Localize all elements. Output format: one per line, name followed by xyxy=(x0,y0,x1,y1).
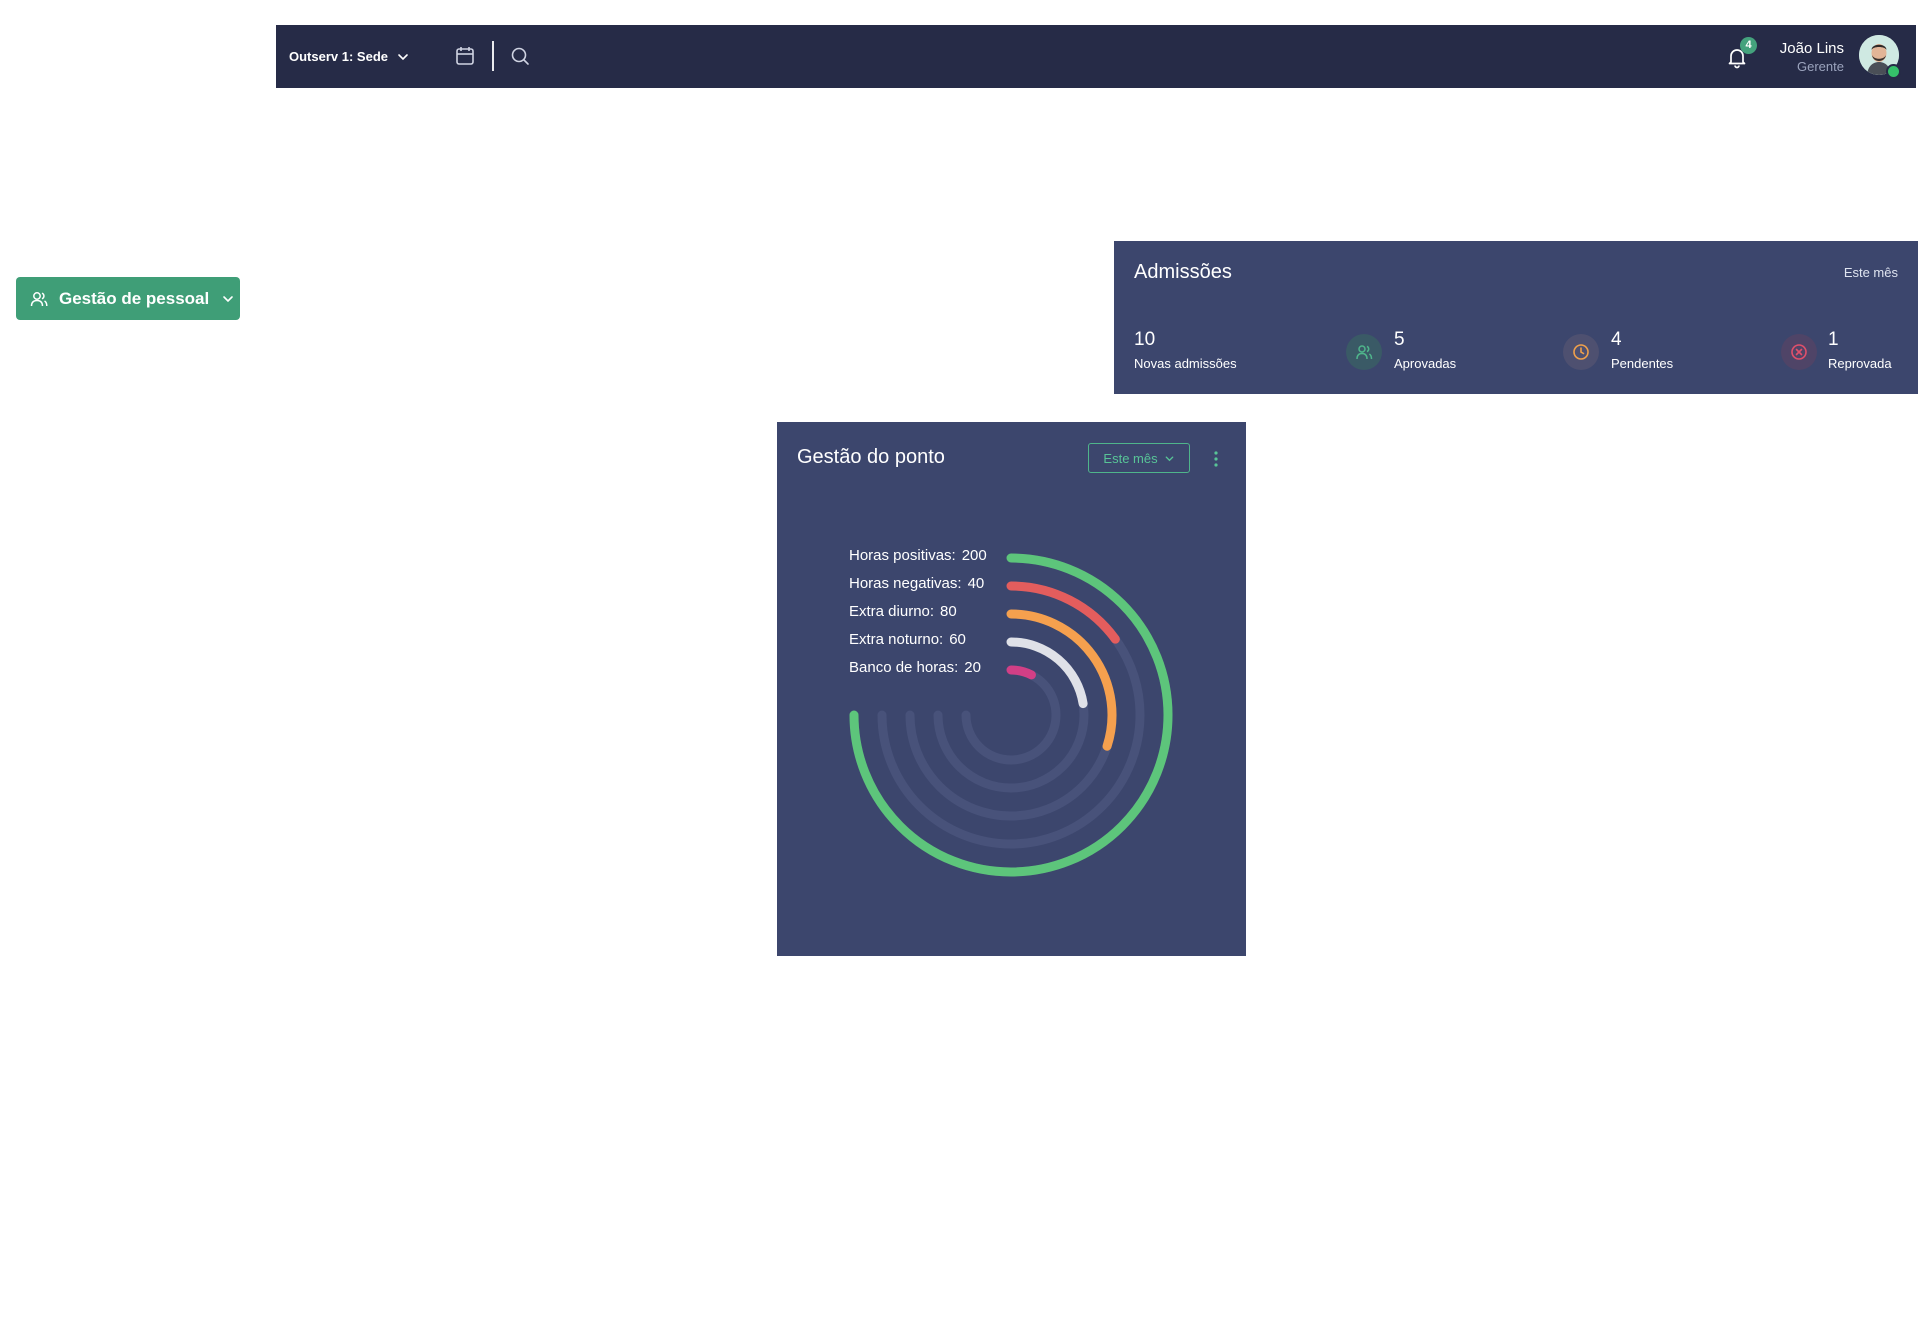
time-management-card: Gestão do ponto Este mês Horas positivas… xyxy=(777,422,1246,956)
stat-value: 4 xyxy=(1611,329,1622,350)
legend-label: Extra diurno: xyxy=(849,603,935,620)
users-icon xyxy=(30,291,48,306)
search-icon[interactable] xyxy=(508,44,532,68)
radial-bar xyxy=(1006,609,1117,751)
legend-value: 200 xyxy=(961,547,987,564)
admissions-card: Admissões Este mês 10 Novas admissões 5 … xyxy=(1114,241,1918,394)
legend-label: Horas positivas: xyxy=(849,547,956,564)
admissions-title: Admissões xyxy=(1134,261,1232,283)
stat-approved: 5 Aprovadas xyxy=(1394,329,1456,371)
stat-label: Pendentes xyxy=(1611,356,1674,371)
legend-value: 20 xyxy=(964,659,981,676)
legend-item: Extra noturno: 60 xyxy=(849,631,966,648)
x-circle-icon xyxy=(1791,344,1807,360)
legend-item: Horas negativas: 40 xyxy=(849,575,984,592)
stat-value: 5 xyxy=(1394,329,1405,350)
user-role: Gerente xyxy=(1797,59,1844,74)
toolbar-divider xyxy=(492,41,494,71)
approved-icon-wrap xyxy=(1346,334,1382,370)
admissions-period[interactable]: Este mês xyxy=(1844,265,1898,280)
legend-label: Extra noturno: xyxy=(849,631,944,648)
online-status-dot xyxy=(1886,64,1901,79)
chevron-down-icon xyxy=(398,53,408,60)
stat-label: Reprovada xyxy=(1828,356,1892,371)
legend-label: Banco de horas: xyxy=(849,659,959,676)
legend-item: Extra diurno: 80 xyxy=(849,603,957,620)
stat-label: Aprovadas xyxy=(1394,356,1457,371)
legend-value: 40 xyxy=(967,575,985,592)
legend-label: Horas negativas: xyxy=(849,575,962,592)
users-icon xyxy=(1356,345,1373,360)
staff-management-button[interactable]: Gestão de pessoal xyxy=(16,277,240,320)
stat-new-admissions: 10 Novas admissões xyxy=(1134,329,1237,371)
legend-item: Horas positivas: 200 xyxy=(849,547,987,564)
radial-track xyxy=(961,665,1061,765)
stat-value: 1 xyxy=(1828,329,1839,350)
stat-rejected: 1 Reprovada xyxy=(1828,329,1892,371)
notification-badge: 4 xyxy=(1740,37,1757,54)
top-bar: Outserv 1: Sede 4 João Lins Gerente xyxy=(276,25,1916,88)
radial-bar-chart xyxy=(849,553,1173,877)
calendar-icon[interactable] xyxy=(453,44,477,68)
stat-pending: 4 Pendentes xyxy=(1611,329,1673,371)
rejected-icon-wrap xyxy=(1781,334,1817,370)
radial-bar xyxy=(1006,665,1036,680)
legend-value: 60 xyxy=(949,631,966,648)
user-name: João Lins xyxy=(1779,40,1844,57)
company-label: Outserv 1: Sede xyxy=(289,49,388,64)
chevron-down-icon xyxy=(223,295,234,302)
pending-icon-wrap xyxy=(1563,334,1599,370)
company-selector[interactable]: Outserv 1: Sede xyxy=(289,25,410,88)
legend-item: Banco de horas: 20 xyxy=(849,659,981,676)
legend-value: 80 xyxy=(940,603,957,620)
stat-label: Novas admissões xyxy=(1134,356,1237,371)
clock-icon xyxy=(1573,344,1589,360)
stat-value: 10 xyxy=(1134,329,1156,350)
staff-management-label: Gestão de pessoal xyxy=(59,288,210,308)
